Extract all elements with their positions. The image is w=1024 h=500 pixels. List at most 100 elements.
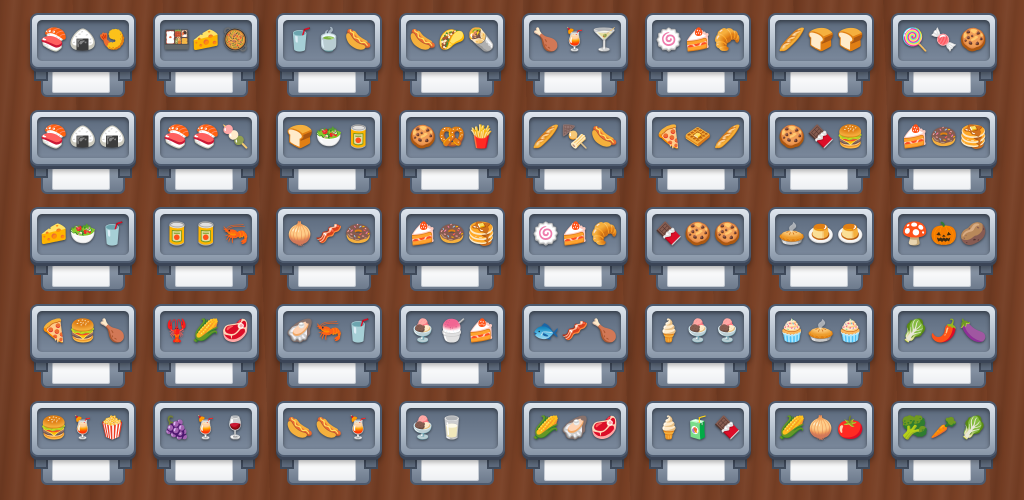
food-item-icon[interactable]: 🍞 — [807, 24, 834, 58]
food-item-icon[interactable]: 🍦 — [655, 315, 682, 349]
food-item-icon[interactable]: 🥩 — [591, 412, 618, 446]
food-item-icon[interactable]: 🍫 — [655, 218, 682, 252]
food-item-icon[interactable]: 🍆 — [960, 315, 987, 349]
food-item-icon[interactable]: 🍸 — [591, 24, 618, 58]
food-item-icon[interactable]: 🍗 — [591, 315, 618, 349]
food-item-icon[interactable]: 🍮 — [807, 218, 834, 252]
food-item-icon[interactable]: 🦞 — [163, 315, 190, 349]
food-item-icon[interactable]: 🍰 — [468, 315, 495, 349]
food-item-icon[interactable]: 🍰 — [409, 218, 436, 252]
food-item-icon[interactable] — [468, 412, 494, 446]
food-item-icon[interactable]: 🍪 — [409, 121, 436, 155]
food-item-icon[interactable]: 🌽 — [778, 412, 805, 446]
food-item-icon[interactable]: 🍿 — [99, 412, 126, 446]
food-item-icon[interactable]: 🍩 — [345, 218, 372, 252]
food-item-icon[interactable]: 🍫 — [714, 412, 741, 446]
food-item-icon[interactable]: 🍧 — [438, 315, 465, 349]
food-shelf[interactable]: 🥖 🍢 🌭 — [522, 110, 628, 194]
food-shelf[interactable]: 🍭 🍬 🍪 — [891, 13, 997, 97]
food-item-icon[interactable]: 🐟 — [532, 315, 559, 349]
food-shelf[interactable]: 🌭 🌮 🌯 — [399, 13, 505, 97]
food-item-icon[interactable]: 🍹 — [69, 412, 96, 446]
food-item-icon[interactable]: 🌭 — [345, 24, 372, 58]
food-item-icon[interactable]: 🥓 — [315, 218, 342, 252]
food-item-icon[interactable]: 🍣 — [163, 121, 190, 155]
food-item-icon[interactable]: 🧅 — [807, 412, 834, 446]
food-item-icon[interactable]: 🧀 — [192, 24, 219, 58]
food-item-icon[interactable]: 🥫 — [192, 218, 219, 252]
food-item-icon[interactable]: 🧃 — [684, 412, 711, 446]
food-item-icon[interactable]: 🍰 — [561, 218, 588, 252]
food-item-icon[interactable]: 🥨 — [438, 121, 465, 155]
food-item-icon[interactable]: 🥬 — [960, 412, 987, 446]
food-item-icon[interactable]: 🍥 — [655, 24, 682, 58]
food-item-icon[interactable]: 🍱 — [163, 24, 190, 58]
food-shelf[interactable]: 🦪 🦐 🥤 — [276, 304, 382, 388]
food-shelf[interactable]: 🍄 🎃 🥔 — [891, 207, 997, 291]
food-item-icon[interactable]: 🥤 — [345, 315, 372, 349]
food-item-icon[interactable]: 🍤 — [99, 24, 126, 58]
food-shelf[interactable]: 🍫 🍪 🍪 — [645, 207, 751, 291]
food-shelf[interactable]: 🍞 🥗 🥫 — [276, 110, 382, 194]
food-shelf[interactable]: 🍥 🍰 🥐 — [522, 207, 628, 291]
food-item-icon[interactable]: 🍦 — [655, 412, 682, 446]
food-item-icon[interactable]: 🍟 — [468, 121, 495, 155]
food-item-icon[interactable]: 🍪 — [684, 218, 711, 252]
food-item-icon[interactable]: 🍩 — [438, 218, 465, 252]
food-shelf[interactable]: 🐟 🥓 🍗 — [522, 304, 628, 388]
food-item-icon[interactable]: 🧁 — [778, 315, 805, 349]
food-item-icon[interactable]: 🍙 — [69, 121, 96, 155]
food-item-icon[interactable]: 🥧 — [807, 315, 834, 349]
food-item-icon[interactable]: 🥐 — [591, 218, 618, 252]
food-item-icon[interactable]: 🌭 — [409, 24, 436, 58]
food-item-icon[interactable]: 🍗 — [532, 24, 559, 58]
food-item-icon[interactable]: 🍕 — [40, 315, 67, 349]
food-shelf[interactable]: 🌭 🌭 🍹 — [276, 401, 382, 485]
food-item-icon[interactable]: 🍡 — [222, 121, 249, 155]
food-item-icon[interactable]: 🥗 — [69, 218, 96, 252]
food-item-icon[interactable]: 🧇 — [684, 121, 711, 155]
food-item-icon[interactable]: 🍨 — [714, 315, 741, 349]
food-item-icon[interactable]: 🥤 — [99, 218, 126, 252]
food-item-icon[interactable]: 🍨 — [684, 315, 711, 349]
food-item-icon[interactable]: 🦪 — [561, 412, 588, 446]
food-item-icon[interactable]: 🥦 — [901, 412, 928, 446]
food-shelf[interactable]: 🍇 🍹 🍷 — [153, 401, 259, 485]
food-item-icon[interactable]: 🥕 — [930, 412, 957, 446]
food-shelf[interactable]: 🥖 🍞 🍞 — [768, 13, 874, 97]
food-shelf[interactable]: 🍨 🍧 🍰 — [399, 304, 505, 388]
food-shelf[interactable]: 🍦 🧃 🍫 — [645, 401, 751, 485]
food-item-icon[interactable]: 🌭 — [286, 412, 313, 446]
food-item-icon[interactable]: 🍞 — [837, 24, 864, 58]
food-shelf[interactable]: 🍣 🍙 🍙 — [30, 110, 136, 194]
food-item-icon[interactable]: 🍙 — [69, 24, 96, 58]
food-item-icon[interactable]: 🍄 — [901, 218, 928, 252]
food-shelf[interactable]: 🦞 🌽 🥩 — [153, 304, 259, 388]
food-item-icon[interactable]: 🍨 — [409, 412, 436, 446]
food-item-icon[interactable]: 🍹 — [345, 412, 372, 446]
food-item-icon[interactable]: 🍙 — [99, 121, 126, 155]
food-item-icon[interactable]: 🍮 — [837, 218, 864, 252]
food-item-icon[interactable]: 🦪 — [286, 315, 313, 349]
food-item-icon[interactable]: 🌭 — [591, 121, 618, 155]
food-item-icon[interactable]: 🍰 — [901, 121, 928, 155]
food-item-icon[interactable]: 🍥 — [532, 218, 559, 252]
food-item-icon[interactable]: 🧁 — [837, 315, 864, 349]
food-item-icon[interactable]: 🥖 — [532, 121, 559, 155]
food-item-icon[interactable]: 🍩 — [930, 121, 957, 155]
food-item-icon[interactable]: 🍪 — [778, 121, 805, 155]
food-item-icon[interactable]: 🥞 — [468, 218, 495, 252]
food-item-icon[interactable]: 🥐 — [714, 24, 741, 58]
food-item-icon[interactable]: 🍔 — [40, 412, 67, 446]
food-item-icon[interactable]: 🍢 — [561, 121, 588, 155]
food-shelf[interactable]: 🍦 🍨 🍨 — [645, 304, 751, 388]
food-item-icon[interactable]: 🍷 — [222, 412, 249, 446]
food-item-icon[interactable]: 🥫 — [163, 218, 190, 252]
food-item-icon[interactable]: 🍬 — [930, 24, 957, 58]
food-item-icon[interactable]: 🍹 — [561, 24, 588, 58]
food-item-icon[interactable]: 🍪 — [960, 24, 987, 58]
food-shelf[interactable]: 🌽 🧅 🍅 — [768, 401, 874, 485]
food-item-icon[interactable]: 🥓 — [561, 315, 588, 349]
food-shelf[interactable]: 🌽 🦪 🥩 — [522, 401, 628, 485]
food-item-icon[interactable]: 🍔 — [837, 121, 864, 155]
